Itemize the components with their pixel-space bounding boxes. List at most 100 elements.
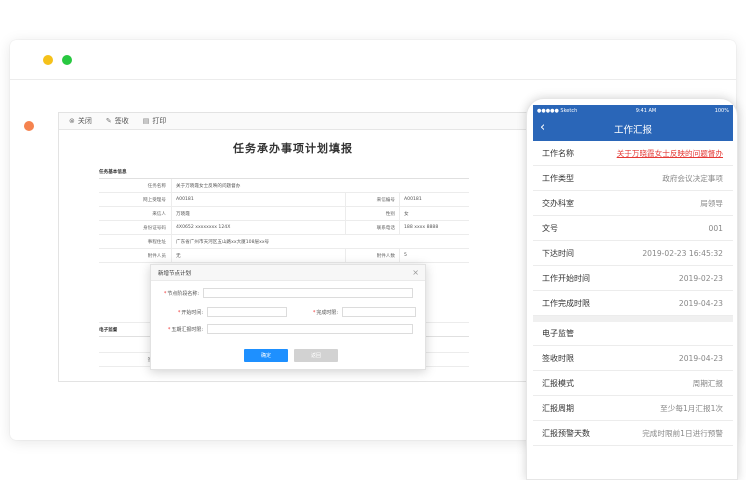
page-title: 任务承办事项计划填报 [233, 142, 353, 155]
phone-mockup: ●●●●● Sketch 9:41 AM 100% ‹ 工作汇报 工作名称 关于… [526, 98, 738, 480]
field-label: 性别 [345, 207, 399, 220]
start-time-label: *开始时间: [177, 309, 203, 316]
nav-title: 工作汇报 [613, 125, 652, 136]
close-button[interactable]: ⊗ 关闭 [69, 116, 92, 126]
item-value-link[interactable]: 关于万晓霞女士反映的问题督办 [617, 148, 723, 159]
item-key: 工作完成时限 [542, 298, 590, 308]
field-value: A00181 [171, 193, 345, 206]
item-value: 2019-02-23 16:45:32 [642, 248, 723, 258]
report-detail-list: 工作名称 关于万晓霞女士反映的问题督办 工作类型 政府会议决定事项 交办科室 局… [533, 141, 733, 446]
item-key: 签收时限 [542, 353, 574, 363]
close-circle-icon: ⊗ [69, 117, 75, 125]
print-button[interactable]: ▤ 打印 [143, 116, 167, 126]
field-value: 万晓霞 [171, 207, 345, 220]
field-value: 188 xxxx 8888 [399, 221, 469, 234]
status-bar: ●●●●● Sketch 9:41 AM 100% [533, 105, 733, 117]
field-value: 关于万晓霞女士反映的问题督办 [171, 179, 469, 192]
item-key: 下达时间 [542, 248, 574, 258]
list-item: 交办科室 局领导 [533, 191, 733, 216]
field-value: 4X0652 xxxxxxxx 124X [171, 221, 345, 234]
sign-pen-icon: ✎ [105, 117, 112, 125]
list-item: 工作类型 政府会议决定事项 [533, 166, 733, 191]
browser-titlebar [10, 40, 736, 80]
print-label: 打印 [152, 117, 167, 125]
new-node-plan-dialog: 新增节点计划 × *节点阶段名称: *开始时间: *完成时限: *五期汇报时限:… [150, 264, 426, 370]
list-item: 汇报预警天数 完成时限前1日进行预警 [533, 421, 733, 446]
field-label: 来信编号 [345, 193, 399, 206]
field-value: 5 [399, 249, 469, 262]
form-row-number: 网上受理号 A00181 来信编号 A00181 [99, 193, 469, 207]
field-label: 任务名称 [147, 183, 166, 189]
close-label: 关闭 [77, 117, 92, 125]
item-value: 2019-02-23 [678, 273, 723, 283]
finish-time-field: *完成时限: [296, 307, 416, 317]
field-label: 附件人数 [345, 249, 399, 262]
node-name-field: *节点阶段名称: [157, 288, 413, 298]
close-icon[interactable]: × [412, 268, 419, 277]
nav-bar: ‹ 工作汇报 [533, 117, 733, 141]
list-item: 工作开始时间 2019-02-23 [533, 266, 733, 291]
minimize-dot[interactable] [43, 55, 53, 65]
back-chevron-icon[interactable]: ‹ [540, 120, 545, 135]
item-key: 汇报预警天数 [542, 428, 590, 438]
item-key: 交办科室 [542, 198, 574, 208]
list-item: 汇报周期 至少每1月汇报1次 [533, 396, 733, 421]
item-value: 局领导 [700, 198, 723, 208]
field-label: 来信人 [152, 211, 166, 217]
field-value: 女 [399, 207, 469, 220]
node-name-label: *节点阶段名称: [163, 290, 199, 297]
item-value: 001 [708, 223, 724, 233]
field-label: 联系电话 [345, 221, 399, 234]
decor-dot [24, 121, 34, 131]
form-row-sender: 来信人 万晓霞 性别 女 [99, 207, 469, 221]
confirm-button[interactable]: 确定 [244, 349, 288, 362]
item-key: 工作开始时间 [542, 273, 590, 283]
dialog-header: 新增节点计划 [151, 265, 425, 281]
item-value: 2019-04-23 [678, 353, 723, 363]
dialog-title: 新增节点计划 [158, 270, 192, 277]
list-item: 工作完成时限 2019-04-23 [533, 291, 733, 316]
section-basic-label: 任务基本信息 [99, 169, 127, 175]
node-name-input[interactable] [203, 288, 413, 298]
finish-time-input[interactable] [342, 307, 416, 317]
item-key: 汇报周期 [542, 403, 574, 413]
doc-toolbar: ⊗ 关闭 ✎ 签收 ▤ 打印 [59, 113, 527, 130]
list-item: 下达时间 2019-02-23 16:45:32 [533, 241, 733, 266]
print-icon: ▤ [142, 117, 150, 125]
item-key: 工作名称 [542, 148, 574, 158]
item-key: 文号 [542, 223, 558, 233]
clock: 9:41 AM [635, 108, 657, 114]
report-input[interactable] [207, 324, 413, 334]
field-value: 广东省广州市天河区五山路xx大厦108层xx号 [171, 235, 469, 248]
item-value: 至少每1月汇报1次 [660, 403, 723, 413]
section-basic-info: 任务基本信息 [99, 165, 469, 179]
list-item: 签收时限 2019-04-23 [533, 346, 733, 371]
form-row-address: 事程住址 广东省广州市天河区五山路xx大厦108层xx号 [99, 235, 469, 249]
form-row-id: 身份证号码 4X0652 xxxxxxxx 124X 联系电话 188 xxxx… [99, 221, 469, 235]
field-label: 事程住址 [147, 239, 166, 245]
report-label: *五期汇报时限: [167, 326, 203, 333]
report-field: *五期汇报时限: [157, 324, 413, 334]
list-item[interactable]: 工作名称 关于万晓霞女士反映的问题督办 [533, 141, 733, 166]
sign-button[interactable]: ✎ 签收 [106, 116, 129, 126]
form-row-task-name: 任务名称 关于万晓霞女士反映的问题督办 [99, 179, 469, 193]
battery: 100% [714, 108, 729, 114]
item-key: 工作类型 [542, 173, 574, 183]
list-item: 汇报模式 周期汇报 [533, 371, 733, 396]
start-time-input[interactable] [207, 307, 287, 317]
finish-time-label: *完成时限: [312, 309, 338, 316]
field-value: A00181 [399, 193, 469, 206]
field-label: 附件人员 [147, 253, 166, 259]
back-button[interactable]: 返回 [294, 349, 338, 362]
list-item: 文号 001 [533, 216, 733, 241]
item-value: 2019-04-23 [678, 298, 723, 308]
field-label: 身份证号码 [143, 225, 166, 231]
field-label: 网上受理号 [143, 197, 166, 203]
maximize-dot[interactable] [62, 55, 72, 65]
form-row-attachment: 附件人员 无 附件人数 5 [99, 249, 469, 263]
carrier: ●●●●● Sketch [537, 108, 578, 114]
section-header: 电子监管 [533, 322, 733, 346]
field-value: 无 [171, 249, 345, 262]
item-value: 完成时限前1日进行预警 [642, 428, 723, 438]
item-value: 周期汇报 [692, 378, 723, 388]
